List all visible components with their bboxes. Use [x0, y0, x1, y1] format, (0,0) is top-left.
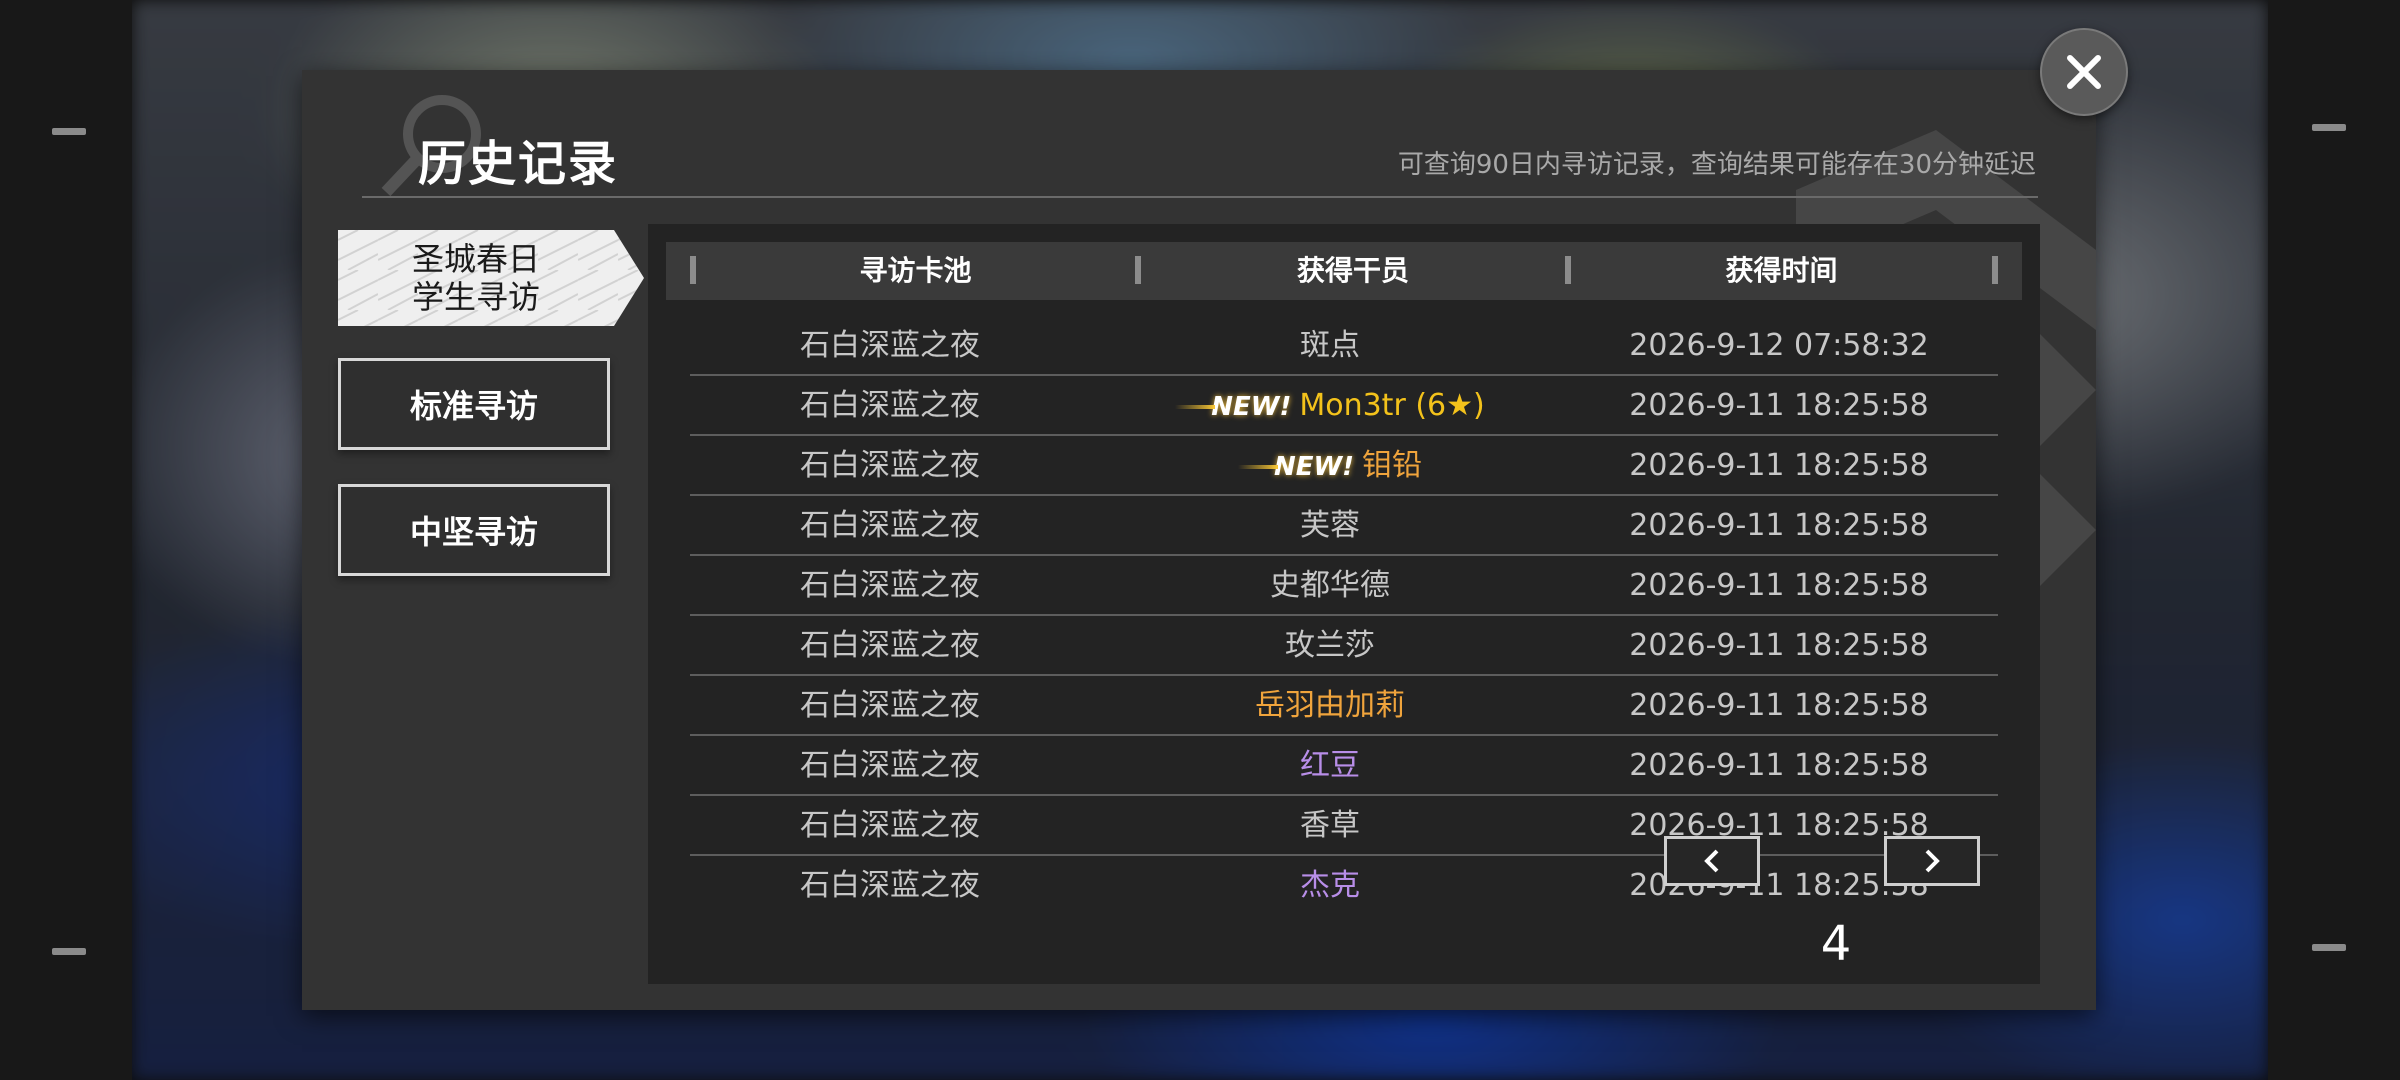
history-table-panel: 寻访卡池 获得干员 获得时间 石白深蓝之夜 斑点 2026-9-12 07:58:3… [648, 224, 2040, 984]
table-row: 石白深蓝之夜 史都华德 2026-9-11 18:25:58 [690, 556, 1998, 616]
cell-time: 2026-9-11 18:25:58 [1629, 568, 1929, 603]
cell-time: 2026-9-11 18:25:58 [1629, 388, 1929, 423]
cell-time: 2026-9-11 18:25:58 [1629, 688, 1929, 723]
tab-spring-student-banner[interactable]: 圣城春日 学生寻访 [338, 230, 644, 326]
tab-standard-banner[interactable]: 标准寻访 [338, 358, 610, 450]
operator-name: 红豆 [1300, 748, 1360, 783]
cell-pool: 石白深蓝之夜 [800, 508, 980, 543]
cell-pool: 石白深蓝之夜 [800, 748, 980, 783]
left-bottom-tick [52, 948, 86, 955]
operator-name: 玫兰莎 [1285, 628, 1375, 663]
cell-operator: 玫兰莎 [1110, 616, 1550, 676]
history-dialog: 历史记录 可查询90日内寻访记录，查询结果可能存在30分钟延迟 圣城春日 学生寻… [302, 70, 2096, 1010]
new-badge: NEW! [1238, 437, 1354, 497]
table-row: 石白深蓝之夜 岳羽由加莉 2026-9-11 18:25:58 [690, 676, 1998, 736]
table-row: 石白深蓝之夜 芙蓉 2026-9-11 18:25:58 [690, 496, 1998, 556]
table-row: 石白深蓝之夜 杰克 2026-9-11 18:25:58 [690, 856, 1998, 916]
right-top-tick [2312, 124, 2346, 131]
prev-page-button[interactable] [1664, 836, 1760, 886]
cell-time: 2026-9-11 18:25:58 [1629, 448, 1929, 483]
cell-operator: NEW! Mon3tr (6★) [1110, 376, 1550, 436]
cell-pool: 石白深蓝之夜 [800, 328, 980, 363]
cell-operator: 杰克 [1110, 856, 1550, 916]
new-badge: NEW! [1175, 377, 1291, 437]
cell-pool: 石白深蓝之夜 [800, 808, 980, 843]
tab-label: 中坚寻访 [409, 513, 538, 551]
operator-name: 杰克 [1300, 868, 1360, 903]
game-screen: 历史记录 可查询90日内寻访记录，查询结果可能存在30分钟延迟 圣城春日 学生寻… [0, 0, 2400, 1080]
table-row: 石白深蓝之夜 NEW! Mon3tr (6★) 2026-9-11 18:25:58 [690, 376, 1998, 436]
right-bottom-tick [2312, 944, 2346, 951]
table-header: 寻访卡池 获得干员 获得时间 [666, 242, 2022, 300]
cell-pool: 石白深蓝之夜 [800, 448, 980, 483]
cell-time: 2026-9-11 18:25:58 [1629, 628, 1929, 663]
dialog-title: 历史记录 [418, 136, 619, 192]
operator-name: Mon3tr (6★) [1299, 388, 1485, 423]
next-page-button[interactable] [1884, 836, 1980, 886]
title-divider [362, 196, 2038, 198]
operator-name: 芙蓉 [1300, 508, 1360, 543]
table-row: 石白深蓝之夜 玫兰莎 2026-9-11 18:25:58 [690, 616, 1998, 676]
tab-label: 标准寻访 [409, 387, 538, 425]
table-row: 石白深蓝之夜 红豆 2026-9-11 18:25:58 [690, 736, 1998, 796]
column-header-operator: 获得干员 [1296, 254, 1409, 287]
cell-operator: 香草 [1110, 796, 1550, 856]
cell-pool: 石白深蓝之夜 [800, 388, 980, 423]
operator-name: 斑点 [1300, 328, 1360, 363]
tab-core-banner[interactable]: 中坚寻访 [338, 484, 610, 576]
operator-name: 史都华德 [1270, 568, 1390, 603]
table-row: 石白深蓝之夜 NEW! 钼铅 2026-9-11 18:25:58 [690, 436, 1998, 496]
cell-operator: 斑点 [1110, 316, 1550, 376]
column-header-time: 获得时间 [1725, 254, 1838, 287]
tab-label: 圣城春日 学生寻访 [412, 240, 540, 316]
dialog-subtitle: 可查询90日内寻访记录，查询结果可能存在30分钟延迟 [1397, 150, 2036, 180]
table-row: 石白深蓝之夜 斑点 2026-9-12 07:58:32 [690, 316, 1998, 376]
chevron-right-icon [1925, 849, 1940, 873]
cell-pool: 石白深蓝之夜 [800, 688, 980, 723]
left-top-tick [52, 128, 86, 135]
header-separator [1992, 256, 1998, 284]
cell-pool: 石白深蓝之夜 [800, 628, 980, 663]
tab-label-line1: 圣城春日 [412, 240, 541, 278]
table-row: 石白深蓝之夜 香草 2026-9-11 18:25:58 [690, 796, 1998, 856]
chevron-left-icon [1704, 849, 1719, 873]
operator-name: 香草 [1300, 808, 1360, 843]
operator-name: 岳羽由加莉 [1255, 688, 1405, 723]
tab-label-line2: 学生寻访 [412, 278, 541, 316]
cell-operator: NEW! 钼铅 [1110, 436, 1550, 496]
cell-pool: 石白深蓝之夜 [800, 868, 980, 903]
left-letterbox-bar [0, 0, 132, 1080]
cell-time: 2026-9-11 18:25:58 [1629, 508, 1929, 543]
page-number: 4 [1820, 916, 1852, 972]
close-icon [2067, 55, 2101, 89]
column-header-pool: 寻访卡池 [859, 254, 972, 287]
cell-operator: 岳羽由加莉 [1110, 676, 1550, 736]
close-button[interactable] [2040, 28, 2128, 116]
cell-time: 2026-9-11 18:25:58 [1629, 748, 1929, 783]
operator-name: 钼铅 [1362, 448, 1423, 483]
cell-operator: 红豆 [1110, 736, 1550, 796]
cell-operator: 史都华德 [1110, 556, 1550, 616]
cell-time: 2026-9-12 07:58:32 [1629, 328, 1929, 363]
right-letterbox-bar [2268, 0, 2400, 1080]
cell-pool: 石白深蓝之夜 [800, 568, 980, 603]
cell-operator: 芙蓉 [1110, 496, 1550, 556]
